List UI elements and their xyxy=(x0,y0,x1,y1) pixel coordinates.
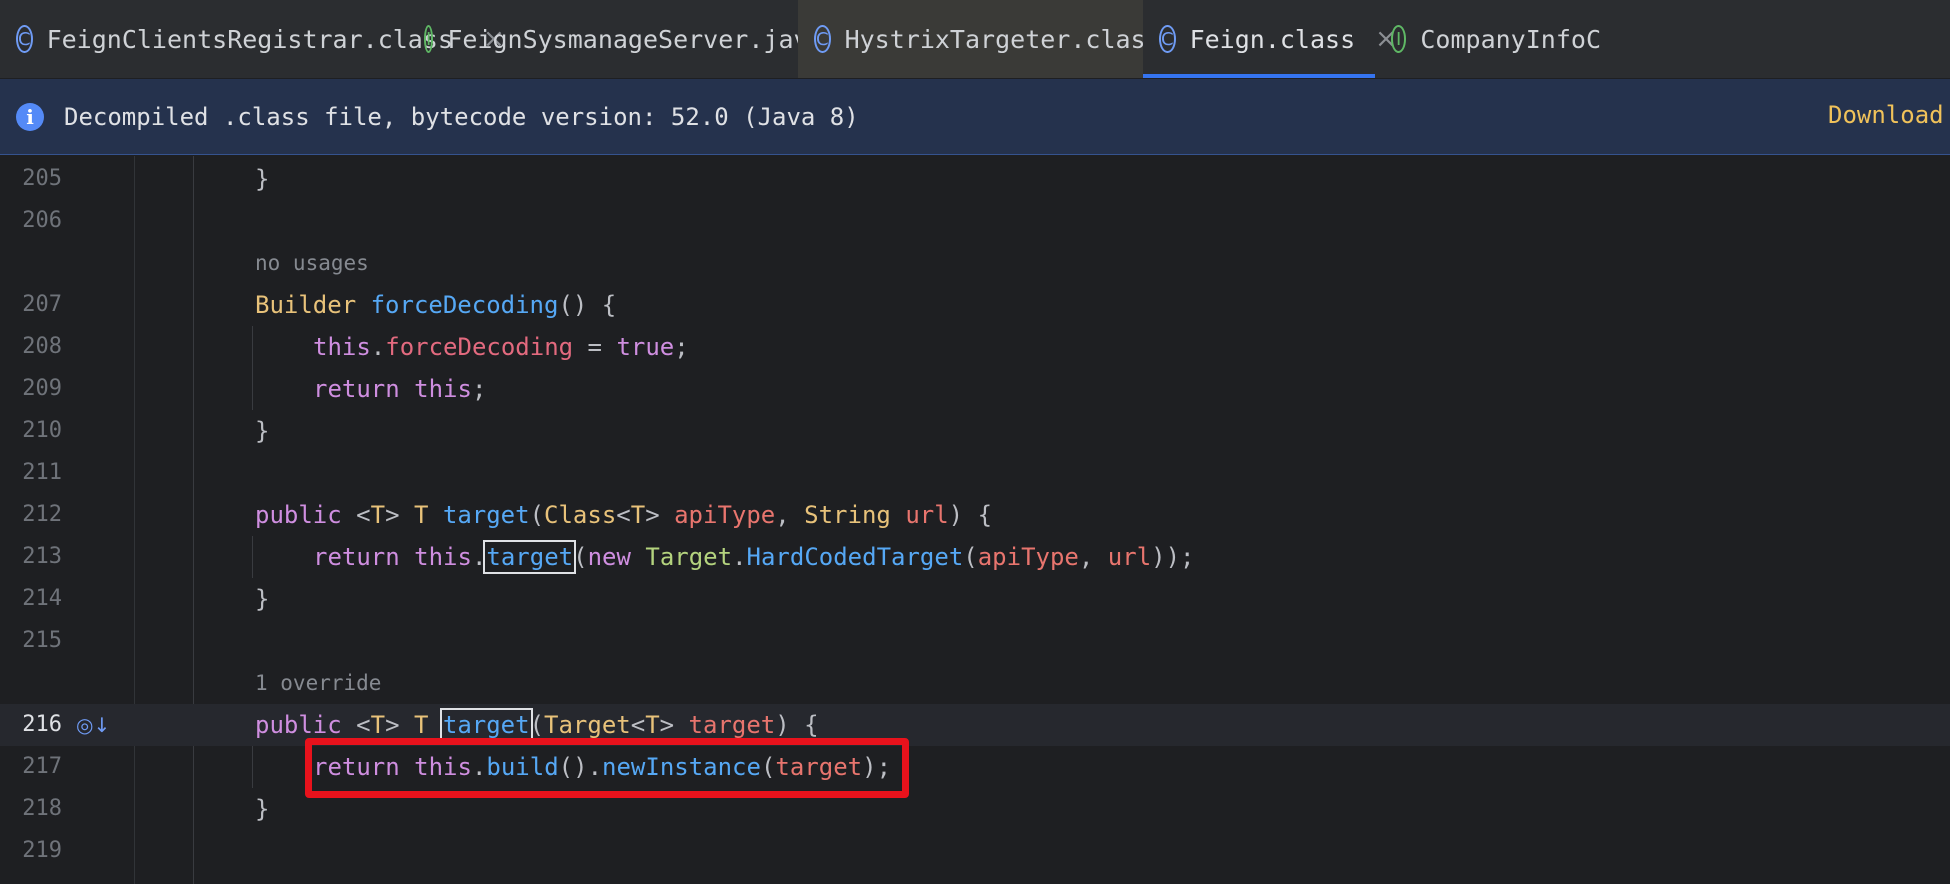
decompiled-message: Decompiled .class file, bytecode version… xyxy=(64,102,859,131)
code-text: Builder forceDecoding() { xyxy=(255,291,617,319)
line-number: 209 xyxy=(22,376,62,401)
tab-hystrixtargeter[interactable]: C HystrixTargeter.class xyxy=(798,0,1161,78)
tab-label: FeignSysmanageServer.java xyxy=(447,24,824,54)
code-line: 214 } xyxy=(0,578,1950,620)
tab-label: FeignClientsRegistrar.class xyxy=(46,24,453,54)
code-text: } xyxy=(255,795,270,823)
line-number: 211 xyxy=(22,460,62,485)
tab-feignclientsregistrar[interactable]: C FeignClientsRegistrar.class × xyxy=(0,0,505,78)
line-number: 217 xyxy=(22,754,62,779)
line-number: 206 xyxy=(22,208,62,233)
code-text: } xyxy=(255,165,270,193)
block-guide xyxy=(252,326,253,410)
annotation-highlight-box xyxy=(305,738,909,798)
target-usage-highlight: target xyxy=(483,540,577,574)
code-text: } xyxy=(255,417,270,445)
class-icon: C xyxy=(16,25,33,53)
code-text: this.forceDecoding = true; xyxy=(313,333,689,361)
code-line: 207 Builder forceDecoding() { xyxy=(0,284,1950,326)
line-number: 213 xyxy=(22,544,62,569)
code-text: return this; xyxy=(313,375,487,403)
tab-label: HystrixTargeter.class xyxy=(844,24,1161,54)
code-line: 208 this.forceDecoding = true; xyxy=(0,326,1950,368)
editor-tab-bar: C FeignClientsRegistrar.class × I FeignS… xyxy=(0,0,1950,79)
code-text: } xyxy=(255,585,270,613)
tab-companyinfo[interactable]: I CompanyInfoC xyxy=(1375,0,1615,78)
code-line: 217 return this.build().newInstance(targ… xyxy=(0,746,1950,788)
line-number: 218 xyxy=(22,796,62,821)
code-line: 210 } xyxy=(0,410,1950,452)
tab-label: Feign.class xyxy=(1189,24,1356,54)
line-number: 205 xyxy=(22,166,62,191)
code-line: 211 xyxy=(0,452,1950,494)
overridden-method-icon[interactable]: ◎↓ xyxy=(76,713,110,739)
code-editor[interactable]: 205 } 206 no usages 207 Builder forceDec… xyxy=(0,156,1950,884)
code-line: 213 return this.target(new Target.HardCo… xyxy=(0,536,1950,578)
line-number: 210 xyxy=(22,418,62,443)
line-number: 207 xyxy=(22,292,62,317)
line-number: 215 xyxy=(22,628,62,653)
tab-feignsysmanageserver[interactable]: I FeignSysmanageServer.java xyxy=(408,0,824,78)
code-line: 206 xyxy=(0,200,1950,242)
override-hint[interactable]: 1 override xyxy=(255,662,381,704)
interface-icon: I xyxy=(424,25,434,53)
usages-hint[interactable]: no usages xyxy=(255,242,369,284)
code-line: 205 } xyxy=(0,158,1950,200)
line-number: 214 xyxy=(22,586,62,611)
code-text: return this.target(new Target.HardCodedT… xyxy=(313,540,1195,574)
line-number: 212 xyxy=(22,502,62,527)
download-sources-link[interactable]: Download xyxy=(1828,101,1944,129)
block-guide xyxy=(252,536,253,578)
class-icon: C xyxy=(814,25,831,53)
code-line: 209 return this; xyxy=(0,368,1950,410)
code-line: 212 public <T> T target(Class<T> apiType… xyxy=(0,494,1950,536)
interface-icon: I xyxy=(1391,25,1407,53)
info-icon: i xyxy=(16,102,44,131)
inlay-hint-line: no usages xyxy=(0,242,1950,284)
code-text: public <T> T target(Class<T> apiType, St… xyxy=(255,501,993,529)
current-code-line: 216 ◎↓ public <T> T target(Target<T> tar… xyxy=(0,704,1950,746)
block-guide xyxy=(252,746,253,788)
inlay-hint-line: 1 override xyxy=(0,662,1950,704)
class-icon: C xyxy=(1159,25,1176,53)
decompiled-notice-bar: i Decompiled .class file, bytecode versi… xyxy=(0,79,1950,155)
line-number: 219 xyxy=(22,838,62,863)
target-declaration-highlight: target xyxy=(439,708,533,742)
tab-label: CompanyInfoC xyxy=(1420,24,1601,54)
code-line: 219 xyxy=(0,830,1950,872)
tab-feign-class[interactable]: C Feign.class × xyxy=(1143,0,1397,78)
line-number: 208 xyxy=(22,334,62,359)
line-number: 216 xyxy=(22,712,62,737)
code-line: 218 } xyxy=(0,788,1950,830)
code-line: 215 xyxy=(0,620,1950,662)
